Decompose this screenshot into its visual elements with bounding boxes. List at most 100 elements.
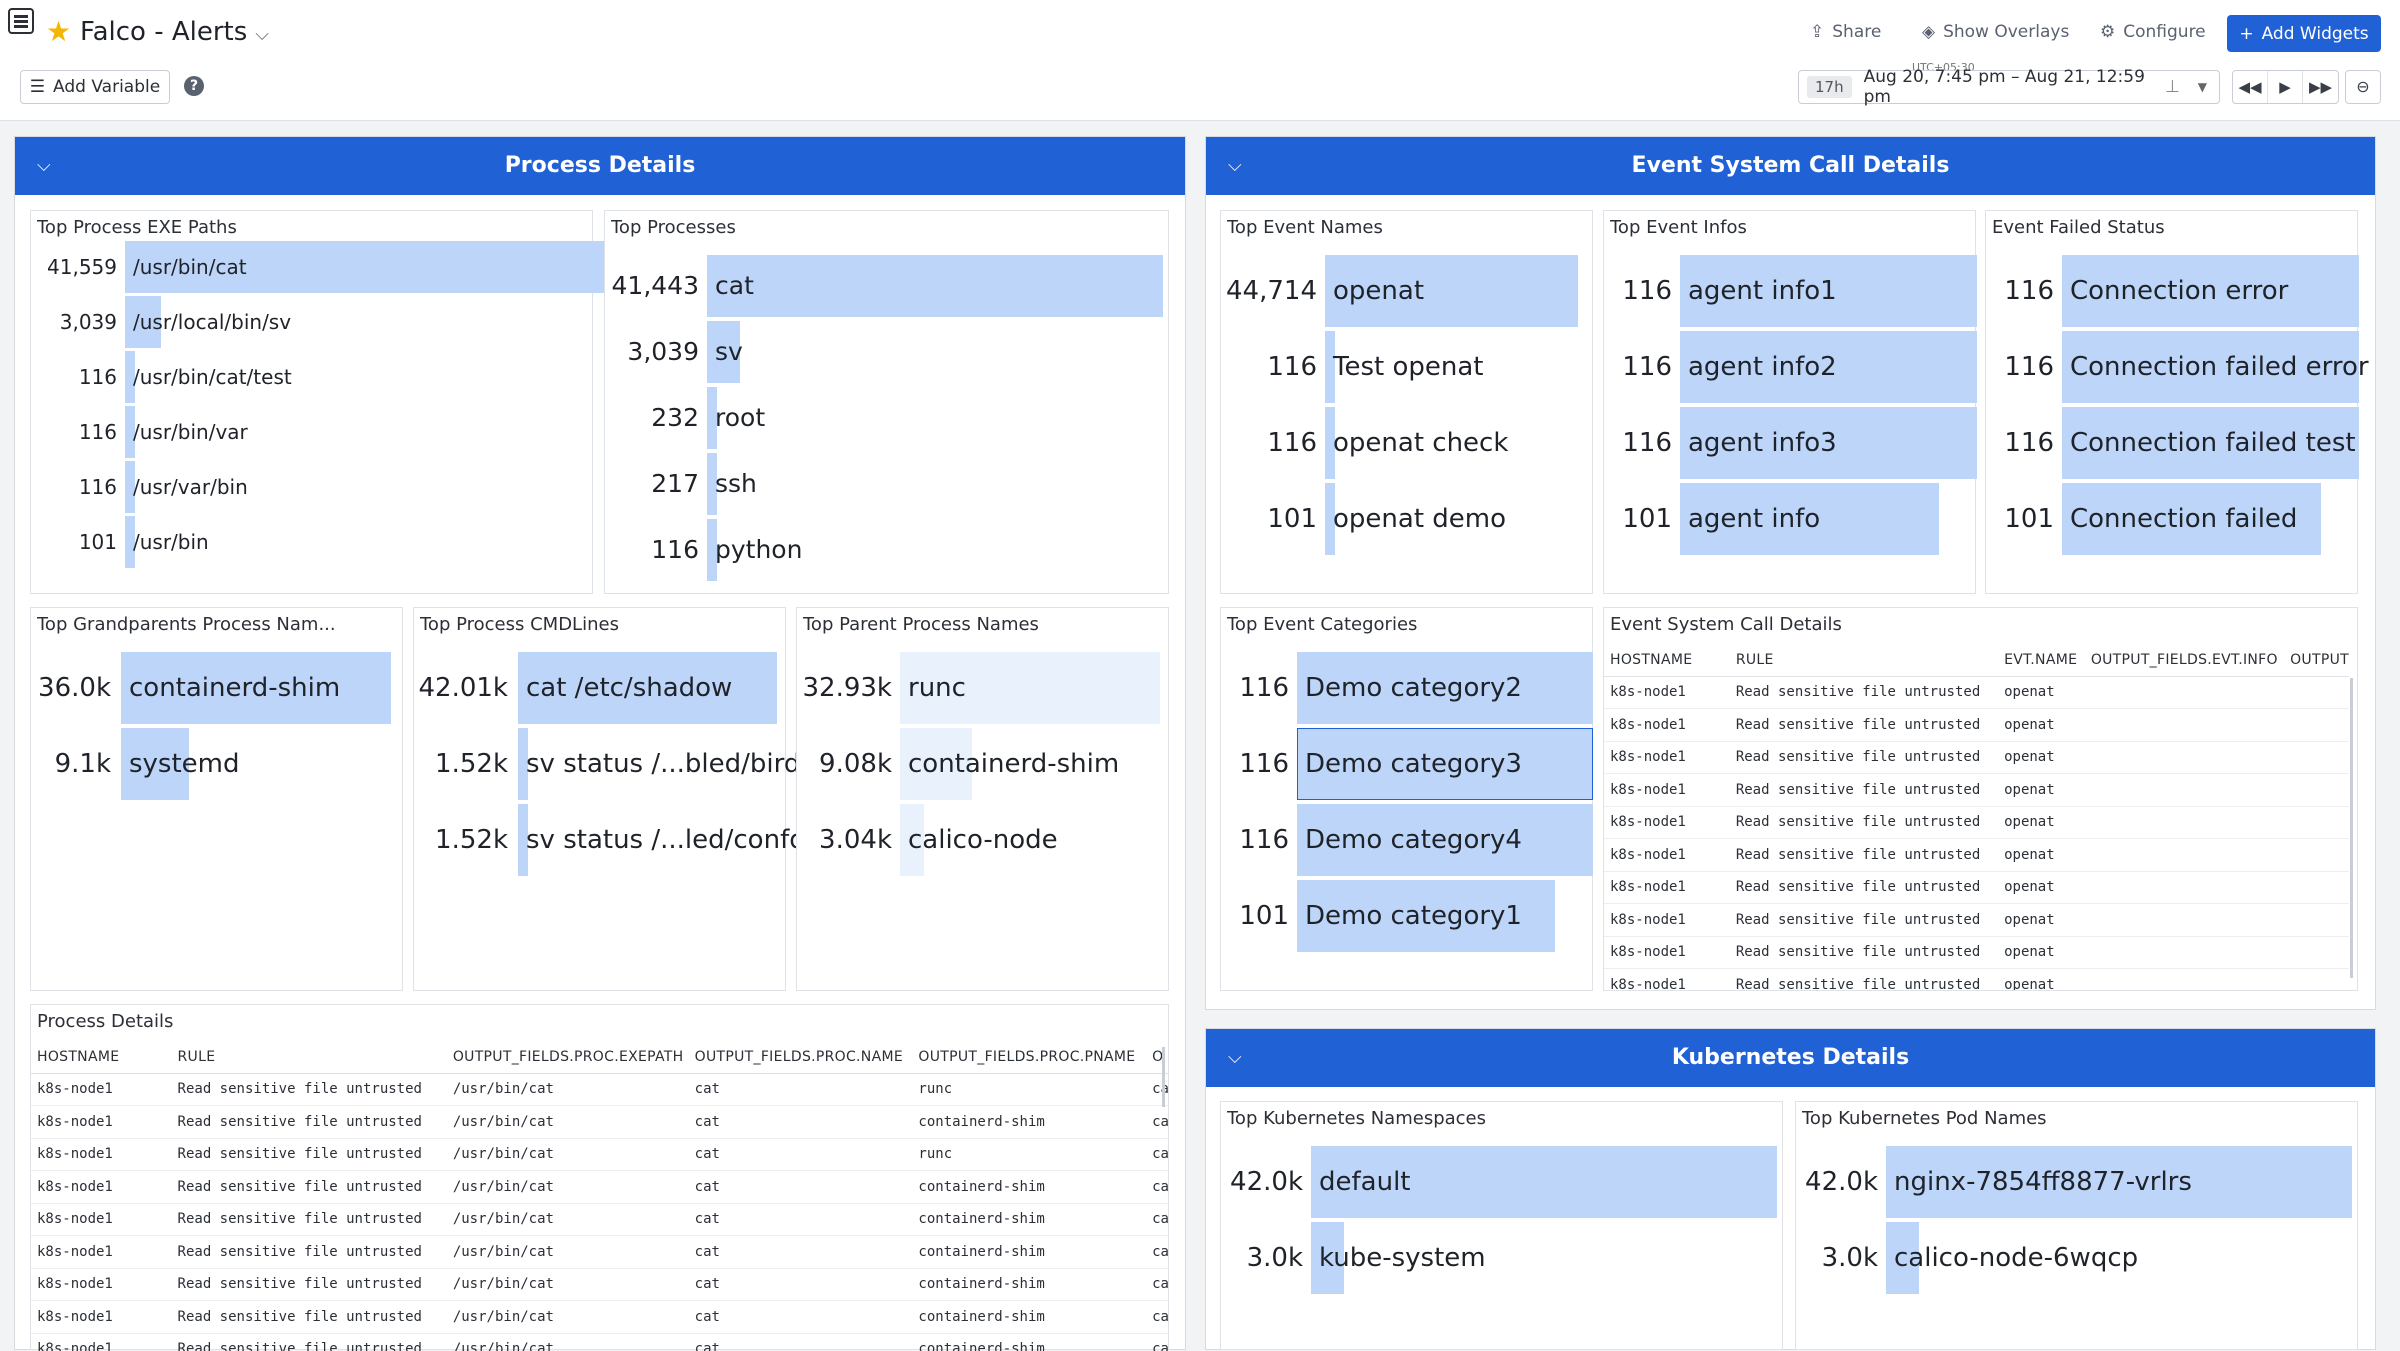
toplist-value: 3.0k — [1821, 1243, 1878, 1273]
table-row[interactable]: k8s-node1 Read sensitive file untrusted op… — [1604, 871, 2349, 904]
time-range-picker[interactable]: 17h Aug 20, 7:45 pm – Aug 21, 12:59 pm ⊥… — [1798, 67, 2220, 107]
table-cell: Read sensitive file untrusted — [171, 1138, 447, 1171]
group-header[interactable]: ⌵ Process Details — [15, 137, 1185, 195]
table-row[interactable]: k8s-node1 Read sensitive file untrusted op… — [1604, 806, 2349, 839]
menu-icon[interactable] — [8, 8, 34, 34]
table-row[interactable]: k8s-node1 Read sensitive file untrusted/u… — [31, 1073, 1169, 1106]
widget-top-parent-process-names[interactable]: Top Parent Process Names 32.93k runc 9.08k c… — [796, 607, 1169, 991]
toplist-bar[interactable] — [707, 255, 1163, 317]
table-cell: /usr/bin/cat — [446, 1268, 689, 1301]
toplist-value: 232 — [651, 403, 699, 432]
time-navigation: ◀◀ ▶ ▶▶ — [2232, 70, 2339, 104]
toplist-label: default — [1319, 1167, 1411, 1197]
toplist-value: 116 — [1622, 276, 1672, 306]
table-cell — [2084, 806, 2285, 839]
share-button[interactable]: ⇪ Share — [1810, 22, 1881, 42]
widget-top-event-names[interactable]: Top Event Names 44,714 openat 116 Test opena… — [1220, 210, 1593, 594]
process-table[interactable]: HOSTNAME RULE OUTPUT_FIELDS.PROC.EXEPATH OU… — [31, 1041, 1169, 1351]
widget-top-processes[interactable]: Top Processes 41,443 cat 3,039 sv 232 root 217 s… — [604, 210, 1169, 594]
toplist-value: 3.0k — [1246, 1243, 1303, 1273]
table-row[interactable]: k8s-node1 Read sensitive file untrusted/u… — [31, 1170, 1169, 1204]
table-row[interactable]: k8s-node1 Read sensitive file untrusted/u… — [31, 1235, 1169, 1269]
pin-icon[interactable]: ⊥ — [2165, 77, 2180, 97]
table-row[interactable]: k8s-node1 Read sensitive file untrusted op… — [1604, 903, 2349, 937]
table-cell: cat — [688, 1203, 913, 1236]
toplist-label: calico-node — [908, 825, 1058, 855]
toplist-value: 101 — [1239, 901, 1289, 931]
column-header[interactable]: EVT.NAME — [1998, 644, 2085, 677]
table-cell: k8s-node1 — [1604, 806, 1730, 839]
table-row[interactable]: k8s-node1 Read sensitive file untrusted/u… — [31, 1300, 1169, 1334]
toplist-label: Connection failed error — [2070, 352, 2369, 382]
widget-top-process-exe-paths[interactable]: Top Process EXE Paths 41,559/usr/bin/cat 3… — [30, 210, 615, 594]
table-cell: Read sensitive file untrusted — [1729, 871, 1999, 904]
fast-forward-icon[interactable]: ▶▶ — [2303, 71, 2338, 103]
add-variable-button[interactable]: ☰ Add Variable — [20, 70, 170, 104]
zoom-out-icon[interactable]: ⊖ — [2345, 70, 2381, 104]
column-header[interactable]: RULE — [1729, 644, 1999, 677]
rewind-icon[interactable]: ◀◀ — [2233, 71, 2268, 103]
column-header[interactable]: OUTPUT_FIELDS.EVT.INFO — [2084, 644, 2285, 677]
table-row[interactable]: k8s-node1 Read sensitive file untrusted op… — [1604, 838, 2349, 872]
scrollbar[interactable] — [1162, 1047, 1165, 1107]
column-header[interactable]: OUTPUT_FIELDS.PROC.EXEPATH — [446, 1041, 689, 1074]
group-header[interactable]: ⌵ Event System Call Details — [1206, 137, 2375, 195]
favorite-star-icon[interactable]: ★ — [46, 18, 71, 46]
chevron-down-icon[interactable]: ⌵ — [37, 137, 51, 195]
duration-badge: 17h — [1807, 76, 1852, 98]
add-widgets-button[interactable]: + Add Widgets — [2227, 15, 2381, 52]
table-row[interactable]: k8s-node1 Read sensitive file untrusted/u… — [31, 1203, 1169, 1236]
table-row[interactable]: k8s-node1 Read sensitive file untrusted op… — [1604, 773, 2349, 807]
column-header[interactable]: HOSTNAME — [31, 1041, 172, 1074]
show-overlays-button[interactable]: ◈ Show Overlays — [1922, 22, 2069, 42]
widget-top-grandparents-process-names[interactable]: Top Grandparents Process Nam... 36.0k cont… — [30, 607, 403, 991]
chevron-down-icon[interactable]: ▼ — [2198, 80, 2207, 94]
table-row[interactable]: k8s-node1 Read sensitive file untrusted/u… — [31, 1268, 1169, 1301]
widget-top-event-categories[interactable]: Top Event Categories 116 Demo category2 116… — [1220, 607, 1593, 991]
toplist-label: /usr/var/bin — [133, 475, 248, 499]
widget-event-system-call-table[interactable]: Event System Call Details HOSTNAME RULE EV… — [1603, 607, 2358, 991]
dashboard-title[interactable]: Falco - Alerts ⌵ — [80, 17, 269, 47]
chevron-down-icon[interactable]: ⌵ — [255, 24, 269, 45]
table-row[interactable]: k8s-node1 Read sensitive file untrusted/u… — [31, 1333, 1169, 1351]
widget-top-process-cmdlines[interactable]: Top Process CMDLines 42.01k cat /etc/shado… — [413, 607, 806, 991]
play-icon[interactable]: ▶ — [2268, 71, 2303, 103]
widget-process-details-table[interactable]: Process Details HOSTNAME RULE OUTPUT_FIELD… — [30, 1004, 1169, 1351]
table-row[interactable]: k8s-node1 Read sensitive file untrusted op… — [1604, 676, 2349, 709]
toplist-value: 42.0k — [1805, 1167, 1878, 1197]
event-data-table: HOSTNAME RULE EVT.NAME OUTPUT_FIELDS.EVT.IN… — [1604, 644, 2349, 990]
column-header[interactable]: OUTPUT — [2284, 644, 2349, 677]
help-icon[interactable]: ? — [184, 76, 204, 96]
scrollbar[interactable] — [2350, 678, 2353, 978]
group-header[interactable]: ⌵ Kubernetes Details — [1206, 1029, 2375, 1087]
chevron-down-icon[interactable]: ⌵ — [1228, 1029, 1242, 1087]
toplist-label: Demo category2 — [1305, 673, 1522, 703]
column-header[interactable]: OUTPUT_FIELDS.PROC.NAME — [688, 1041, 913, 1074]
column-header[interactable]: RULE — [171, 1041, 447, 1074]
column-header[interactable]: HOSTNAME — [1604, 644, 1730, 677]
table-cell: /usr/bin/cat — [446, 1235, 689, 1269]
column-header[interactable]: O — [1146, 1041, 1169, 1074]
widget-top-kubernetes-namespaces[interactable]: Top Kubernetes Namespaces 42.0k default 3.0… — [1220, 1101, 1783, 1350]
widget-top-event-infos[interactable]: Top Event Infos 116 agent info1 116 agent in… — [1603, 210, 1977, 594]
widget-top-kubernetes-pod-names[interactable]: Top Kubernetes Pod Names 42.0k nginx-7854f… — [1795, 1101, 2358, 1350]
table-cell: openat — [1998, 773, 2085, 807]
event-table[interactable]: HOSTNAME RULE EVT.NAME OUTPUT_FIELDS.EVT.IN… — [1604, 644, 2349, 990]
widget-title: Top Kubernetes Namespaces — [1227, 1108, 1486, 1129]
toplist-label: cat — [715, 271, 754, 300]
table-row[interactable]: k8s-node1 Read sensitive file untrusted op… — [1604, 708, 2349, 742]
configure-button[interactable]: ⚙ Configure — [2100, 22, 2206, 42]
table-cell: Read sensitive file untrusted — [1729, 741, 1999, 774]
table-row[interactable]: k8s-node1 Read sensitive file untrusted/u… — [31, 1138, 1169, 1171]
table-row[interactable]: k8s-node1 Read sensitive file untrusted/u… — [31, 1105, 1169, 1139]
toplist-label: Connection error — [2070, 276, 2289, 306]
table-row[interactable]: k8s-node1 Read sensitive file untrusted op… — [1604, 741, 2349, 774]
table-cell: k8s-node1 — [1604, 741, 1730, 774]
table-cell: openat — [1998, 968, 2085, 990]
column-header[interactable]: OUTPUT_FIELDS.PROC.PNAME — [912, 1041, 1147, 1074]
table-row[interactable]: k8s-node1 Read sensitive file untrusted op… — [1604, 968, 2349, 990]
chevron-down-icon[interactable]: ⌵ — [1228, 137, 1242, 195]
table-cell: runc — [912, 1138, 1147, 1171]
widget-event-failed-status[interactable]: Event Failed Status 116 Connection error 11… — [1985, 210, 2369, 594]
table-row[interactable]: k8s-node1 Read sensitive file untrusted op… — [1604, 936, 2349, 969]
